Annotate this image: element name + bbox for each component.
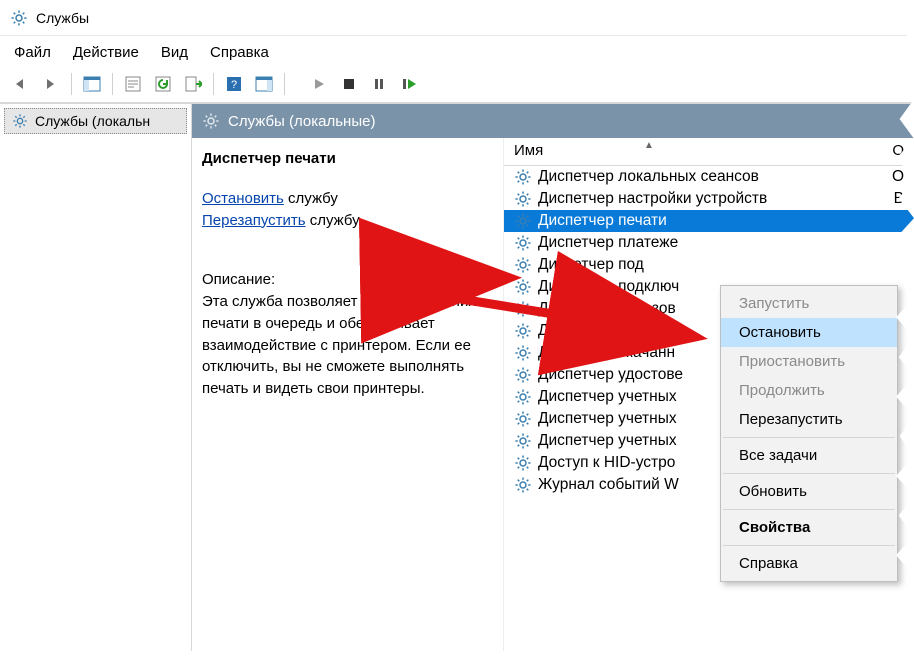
column-name[interactable]: Имя ▲ — [514, 142, 884, 159]
service-row[interactable]: Диспетчер под — [504, 254, 914, 276]
start-service-button[interactable] — [306, 71, 332, 97]
pause-service-button[interactable] — [366, 71, 392, 97]
context-menu[interactable]: ЗапуститьОстановитьПриостановитьПродолжи… — [720, 285, 898, 582]
forward-button[interactable] — [38, 71, 64, 97]
tree-root-label: Службы (локальн — [35, 113, 150, 129]
description-label: Описание: — [202, 269, 489, 291]
context-menu-item[interactable]: Обновить — [721, 477, 897, 506]
context-menu-item[interactable]: Свойства — [721, 513, 897, 542]
sort-caret-icon: ▲ — [644, 140, 654, 151]
stop-service-link[interactable]: Остановить — [202, 190, 284, 207]
menu-help[interactable]: Справка — [210, 44, 269, 61]
menu-action[interactable]: Действие — [73, 44, 139, 61]
context-menu-item[interactable]: Все задачи — [721, 441, 897, 470]
toolbar-separator — [284, 73, 285, 95]
gear-icon — [514, 388, 532, 406]
service-name: Диспетчер печати — [202, 148, 489, 170]
context-menu-item[interactable]: Остановить — [721, 318, 897, 347]
gear-icon — [514, 454, 532, 472]
context-menu-item: Приостановить — [721, 347, 897, 376]
service-row-name: Диспетчер под — [538, 256, 880, 274]
gear-icon — [514, 476, 532, 494]
gear-icon — [514, 234, 532, 252]
toolbar-separator — [112, 73, 113, 95]
properties-button[interactable] — [120, 71, 146, 97]
context-menu-separator — [723, 473, 895, 474]
window-title: Службы — [36, 10, 89, 26]
toolbar-separator — [213, 73, 214, 95]
service-row[interactable]: Диспетчер локальных сеансов О — [504, 166, 914, 188]
gear-icon — [202, 112, 220, 130]
show-hide-action-pane-button[interactable] — [251, 71, 277, 97]
gear-icon — [514, 322, 532, 340]
service-row-name: Диспетчер настройки устройств — [538, 190, 880, 208]
stop-suffix: службу — [284, 190, 338, 207]
gear-icon — [514, 366, 532, 384]
stop-service-button[interactable] — [336, 71, 362, 97]
context-menu-separator — [723, 545, 895, 546]
list-header[interactable]: Имя ▲ О — [504, 138, 914, 166]
gear-icon — [10, 9, 28, 27]
help-button[interactable]: ? — [221, 71, 247, 97]
service-row[interactable]: Диспетчер платеже — [504, 232, 914, 254]
export-list-button[interactable] — [180, 71, 206, 97]
gear-icon — [514, 256, 532, 274]
back-button[interactable] — [8, 71, 34, 97]
service-row[interactable]: Диспетчер настройки устройствВ — [504, 188, 914, 210]
gear-icon — [514, 344, 532, 362]
toolbar-separator — [71, 73, 72, 95]
pane-header: Службы (локальные) — [192, 104, 914, 138]
svg-text:?: ? — [231, 79, 237, 91]
restart-suffix: службу — [306, 212, 360, 229]
context-menu-item: Запустить — [721, 289, 897, 318]
restart-service-button[interactable] — [396, 71, 422, 97]
gear-icon — [514, 300, 532, 318]
gear-icon — [11, 112, 29, 130]
service-row-right: О — [886, 168, 904, 186]
show-hide-tree-button[interactable] — [79, 71, 105, 97]
context-menu-item: Продолжить — [721, 376, 897, 405]
gear-icon — [514, 410, 532, 428]
gear-icon — [514, 190, 532, 208]
pane-title: Службы (локальные) — [228, 113, 375, 130]
gear-icon — [514, 168, 532, 186]
service-row-name: Диспетчер платеже — [538, 234, 880, 252]
refresh-button[interactable] — [150, 71, 176, 97]
menu-view[interactable]: Вид — [161, 44, 188, 61]
context-menu-item[interactable]: Справка — [721, 549, 897, 578]
service-row[interactable]: Диспетчер печати — [504, 210, 914, 232]
restart-service-link[interactable]: Перезапустить — [202, 212, 306, 229]
tree-panel: Службы (локальн — [0, 104, 192, 651]
restart-service-link-line: Перезапустить службу — [202, 210, 489, 232]
description-text: Эта служба позволяет ставить задания печ… — [202, 291, 489, 400]
title-bar: Службы — [0, 0, 914, 36]
service-row-name: Диспетчер печати — [538, 212, 880, 230]
context-menu-separator — [723, 437, 895, 438]
gear-icon — [514, 278, 532, 296]
details-panel: Диспетчер печати Остановить службу Перез… — [192, 138, 504, 651]
service-row-name: Диспетчер локальных сеансов — [538, 168, 880, 186]
gear-icon — [514, 212, 532, 230]
context-menu-separator — [723, 509, 895, 510]
menu-file[interactable]: Файл — [14, 44, 51, 61]
stop-service-link-line: Остановить службу — [202, 188, 489, 210]
gear-icon — [514, 432, 532, 450]
menu-bar: Файл Действие Вид Справка — [0, 36, 914, 69]
toolbar: ? — [0, 69, 914, 103]
tree-root-item[interactable]: Службы (локальн — [4, 108, 187, 134]
context-menu-item[interactable]: Перезапустить — [721, 405, 897, 434]
